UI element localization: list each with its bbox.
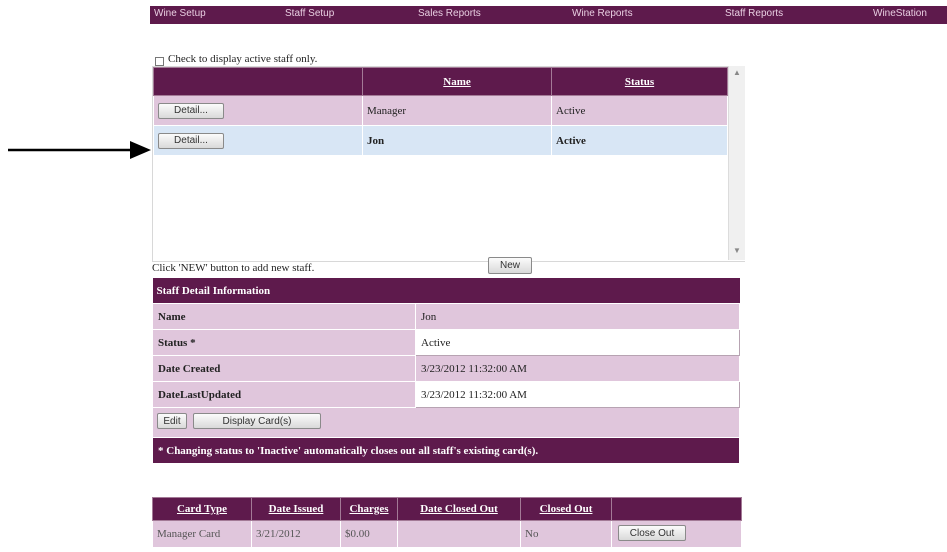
card-action: Close Out bbox=[611, 520, 742, 548]
staff-list-scrollbar[interactable]: ▲ ▼ bbox=[728, 66, 745, 260]
top-nav: Wine Setup Staff Setup Sales Reports Win… bbox=[150, 6, 947, 24]
scroll-down-icon[interactable]: ▼ bbox=[733, 246, 741, 255]
col-header-action bbox=[611, 497, 742, 521]
staff-list-table: Name Status Detail... Manager Active Det… bbox=[153, 67, 728, 156]
col-header-action bbox=[153, 67, 363, 96]
display-cards-button[interactable]: Display Card(s) bbox=[193, 413, 321, 429]
card-charges: $0.00 bbox=[340, 520, 398, 548]
staff-detail-table: Staff Detail Information Name Jon Status… bbox=[152, 278, 740, 464]
nav-staff-reports[interactable]: Staff Reports bbox=[725, 8, 783, 19]
new-staff-button[interactable]: New bbox=[488, 257, 532, 274]
field-value-name: Jon bbox=[415, 303, 740, 330]
close-out-button[interactable]: Close Out bbox=[618, 525, 686, 541]
pointer-arrow-icon bbox=[8, 141, 151, 159]
status-change-note: * Changing status to 'Inactive' automati… bbox=[152, 437, 740, 464]
card-row: Manager Card 3/21/2012 $0.00 No Close Ou… bbox=[152, 520, 742, 548]
detail-button-row: Edit Display Card(s) bbox=[152, 407, 740, 438]
col-header-card-type[interactable]: Card Type bbox=[152, 497, 252, 521]
card-closed-out: No bbox=[520, 520, 612, 548]
detail-button[interactable]: Detail... bbox=[158, 102, 224, 119]
card-type: Manager Card bbox=[152, 520, 252, 548]
col-header-charges[interactable]: Charges bbox=[340, 497, 398, 521]
detail-row-date-updated: DateLastUpdated 3/23/2012 11:32:00 AM bbox=[152, 381, 740, 408]
staff-status: Active bbox=[551, 95, 728, 126]
col-header-status[interactable]: Status bbox=[551, 67, 728, 96]
nav-wine-reports[interactable]: Wine Reports bbox=[572, 8, 633, 19]
card-date-issued: 3/21/2012 bbox=[251, 520, 341, 548]
detail-row-date-created: Date Created 3/23/2012 11:32:00 AM bbox=[152, 355, 740, 382]
detail-row-name: Name Jon bbox=[152, 303, 740, 330]
cards-header: Card Type Date Issued Charges Date Close… bbox=[152, 497, 742, 521]
field-value-date-updated: 3/23/2012 11:32:00 AM bbox=[415, 381, 740, 408]
col-header-name[interactable]: Name bbox=[362, 67, 552, 96]
nav-winestation[interactable]: WineStation bbox=[873, 8, 927, 19]
staff-name: Manager bbox=[362, 95, 552, 126]
staff-row: Detail... Manager Active bbox=[153, 95, 728, 126]
active-only-checkbox[interactable] bbox=[155, 57, 164, 66]
detail-actions: Edit Display Card(s) bbox=[152, 407, 740, 438]
staff-row-action: Detail... bbox=[153, 125, 363, 156]
staff-list-header: Name Status bbox=[153, 67, 728, 96]
field-value-date-created: 3/23/2012 11:32:00 AM bbox=[415, 355, 740, 382]
staff-row-selected: Detail... Jon Active bbox=[153, 125, 728, 156]
nav-wine-setup[interactable]: Wine Setup bbox=[154, 8, 206, 19]
nav-sales-reports[interactable]: Sales Reports bbox=[418, 8, 481, 19]
staff-detail-title: Staff Detail Information bbox=[152, 278, 740, 304]
staff-row-action: Detail... bbox=[153, 95, 363, 126]
add-staff-hint: Click 'NEW' button to add new staff. bbox=[152, 262, 315, 274]
nav-staff-setup[interactable]: Staff Setup bbox=[285, 8, 334, 19]
active-only-label: Check to display active staff only. bbox=[168, 53, 318, 65]
detail-button[interactable]: Detail... bbox=[158, 132, 224, 149]
col-header-date-closed-out[interactable]: Date Closed Out bbox=[397, 497, 521, 521]
cards-table: Card Type Date Issued Charges Date Close… bbox=[152, 497, 742, 548]
field-label: DateLastUpdated bbox=[152, 381, 416, 408]
col-header-date-issued[interactable]: Date Issued bbox=[251, 497, 341, 521]
field-label: Status * bbox=[152, 329, 416, 356]
card-date-closed-out bbox=[397, 520, 521, 548]
edit-button[interactable]: Edit bbox=[157, 413, 187, 429]
staff-status: Active bbox=[551, 125, 728, 156]
col-header-closed-out[interactable]: Closed Out bbox=[520, 497, 612, 521]
staff-name: Jon bbox=[362, 125, 552, 156]
field-label: Date Created bbox=[152, 355, 416, 382]
scroll-up-icon[interactable]: ▲ bbox=[733, 68, 741, 77]
detail-row-status: Status * Active bbox=[152, 329, 740, 356]
field-label: Name bbox=[152, 303, 416, 330]
field-value-status: Active bbox=[415, 329, 740, 356]
